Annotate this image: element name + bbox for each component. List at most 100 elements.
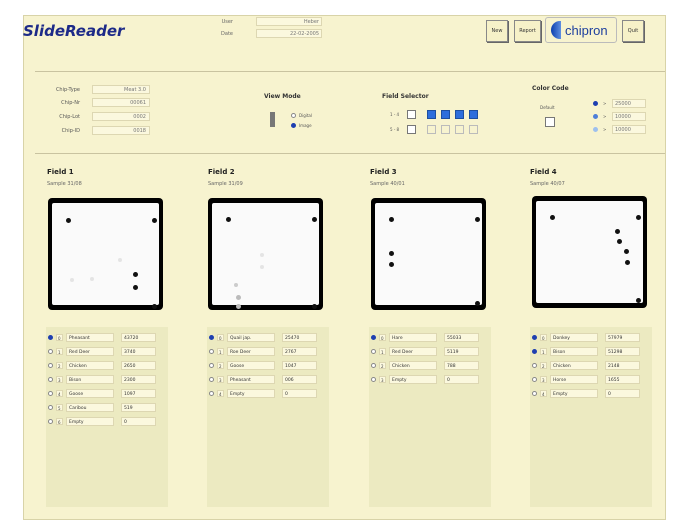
field-6-toggle[interactable] bbox=[441, 125, 450, 134]
species-name: Horse bbox=[550, 375, 598, 384]
field-1-row-5-radio[interactable] bbox=[48, 405, 53, 410]
field-1-row-4-radio[interactable] bbox=[48, 391, 53, 396]
signal-value: 0 bbox=[121, 417, 156, 426]
toggle-lever-icon bbox=[270, 112, 275, 127]
logo-text: chipron bbox=[565, 22, 608, 38]
species-name: Roe Deer bbox=[227, 347, 275, 356]
field-4-results-panel: 0 Donkey 57979 1 Bison 51298 2 Chicken 2148 3H… bbox=[530, 327, 652, 507]
field-1-row-3-radio[interactable] bbox=[48, 377, 53, 382]
field-3-row-0-radio[interactable] bbox=[371, 335, 376, 340]
row-num: 0 bbox=[217, 334, 224, 341]
field-1-row-0-radio[interactable] bbox=[48, 335, 53, 340]
field-4-row-3-radio[interactable] bbox=[532, 377, 537, 382]
view-mode-digital-radio[interactable] bbox=[291, 113, 296, 118]
field-2-row-2-radio[interactable] bbox=[209, 363, 214, 368]
field-range-5-8-checkbox[interactable] bbox=[407, 125, 416, 134]
color-level-3-field[interactable]: 10000 bbox=[612, 125, 646, 134]
row-num: 3 bbox=[379, 376, 386, 383]
signal-value: 43720 bbox=[121, 333, 156, 342]
species-name: Hare bbox=[389, 333, 437, 342]
field-2-toggle[interactable] bbox=[441, 110, 450, 119]
field-1-row-4[interactable]: 4 Goose 1097 bbox=[46, 389, 168, 398]
field-3-row-3-radio[interactable] bbox=[371, 377, 376, 382]
color-level-3-op: > bbox=[603, 127, 607, 132]
field-1-row-5[interactable]: 5 Caribou 519 bbox=[46, 403, 168, 412]
view-mode-image-radio[interactable] bbox=[291, 123, 296, 128]
field-2-row-0[interactable]: 0 Quail jap. 25470 bbox=[207, 333, 329, 342]
row-num: 0 bbox=[56, 334, 63, 341]
field-3-row-2-radio[interactable] bbox=[371, 363, 376, 368]
view-mode-image-label: Image bbox=[299, 123, 312, 128]
signal-value: 006 bbox=[282, 375, 317, 384]
field-2-row-2[interactable]: 2 Goose 1047 bbox=[207, 361, 329, 370]
color-level-1-op: > bbox=[603, 101, 607, 106]
signal-value: 1655 bbox=[605, 375, 640, 384]
chip-type-field[interactable]: Meat 3.0 bbox=[92, 85, 150, 94]
field-4-row-0-radio[interactable] bbox=[532, 335, 537, 340]
field-3-row-2[interactable]: 2 Chicken 788 bbox=[369, 361, 491, 370]
field-range-1-4-checkbox[interactable] bbox=[407, 110, 416, 119]
field-1-row-3[interactable]: 3 Bison 2300 bbox=[46, 375, 168, 384]
field-5-toggle[interactable] bbox=[427, 125, 436, 134]
chip-id-field[interactable]: 0018 bbox=[92, 126, 150, 135]
field-1-row-6-radio[interactable] bbox=[48, 419, 53, 424]
field-4-sample: Sample 40/07 bbox=[530, 181, 565, 187]
field-2-row-1-radio[interactable] bbox=[209, 349, 214, 354]
field-7-toggle[interactable] bbox=[455, 125, 464, 134]
field-3-toggle[interactable] bbox=[455, 110, 464, 119]
field-2-row-4[interactable]: 4 Empty 0 bbox=[207, 389, 329, 398]
row-num: 3 bbox=[540, 376, 547, 383]
new-button[interactable]: New bbox=[486, 20, 508, 42]
field-4-toggle[interactable] bbox=[469, 110, 478, 119]
species-name: Empty bbox=[227, 389, 275, 398]
field-2-row-1[interactable]: 1 Roe Deer 2767 bbox=[207, 347, 329, 356]
field-4-row-2[interactable]: 2 Chicken 2148 bbox=[530, 361, 652, 370]
row-num: 0 bbox=[379, 334, 386, 341]
signal-value: 0 bbox=[444, 375, 479, 384]
field-3-row-0[interactable]: 0 Hare 55033 bbox=[369, 333, 491, 342]
signal-value: 5119 bbox=[444, 347, 479, 356]
field-2-row-4-radio[interactable] bbox=[209, 391, 214, 396]
field-1-row-0[interactable]: 0 Pheasant 43720 bbox=[46, 333, 168, 342]
chip-id-label: Chip-ID bbox=[61, 128, 80, 134]
color-level-2-field[interactable]: 10000 bbox=[612, 112, 646, 121]
field-2-row-3[interactable]: 3 Pheasant 006 bbox=[207, 375, 329, 384]
chip-nr-field[interactable]: 00061 bbox=[92, 98, 150, 107]
field-1-results-panel: 0 Pheasant 43720 1 Red Deer 3740 2 Chicken 265… bbox=[46, 327, 168, 507]
field-8-toggle[interactable] bbox=[469, 125, 478, 134]
species-name: Chicken bbox=[66, 361, 114, 370]
field-1-toggle[interactable] bbox=[427, 110, 436, 119]
chip-type-label: Chip-Type bbox=[55, 87, 80, 93]
field-3-row-3[interactable]: 3 Empty 0 bbox=[369, 375, 491, 384]
field-4-row-4-radio[interactable] bbox=[532, 391, 537, 396]
field-4-row-0[interactable]: 0 Donkey 57979 bbox=[530, 333, 652, 342]
row-num: 4 bbox=[540, 390, 547, 397]
species-name: Donkey bbox=[550, 333, 598, 342]
row-num: 5 bbox=[56, 404, 63, 411]
field-4-row-4[interactable]: 4 Empty 0 bbox=[530, 389, 652, 398]
color-level-1-field[interactable]: 25000 bbox=[612, 99, 646, 108]
field-1-row-1-radio[interactable] bbox=[48, 349, 53, 354]
field-1-title: Field 1 bbox=[47, 168, 74, 176]
color-default-checkbox[interactable] bbox=[545, 117, 555, 127]
field-3-row-1-radio[interactable] bbox=[371, 349, 376, 354]
report-button[interactable]: Report bbox=[514, 20, 541, 42]
field-4-row-1[interactable]: 1 Bison 51298 bbox=[530, 347, 652, 356]
field-2-row-0-radio[interactable] bbox=[209, 335, 214, 340]
field-4-row-3[interactable]: 3 Horse 1655 bbox=[530, 375, 652, 384]
field-2-row-3-radio[interactable] bbox=[209, 377, 214, 382]
quit-button[interactable]: Quit bbox=[622, 20, 644, 42]
row-num: 1 bbox=[56, 348, 63, 355]
field-1-row-1[interactable]: 1 Red Deer 3740 bbox=[46, 347, 168, 356]
signal-value: 1097 bbox=[121, 389, 156, 398]
field-1-row-2-radio[interactable] bbox=[48, 363, 53, 368]
field-1-row-6[interactable]: 6 Empty 0 bbox=[46, 417, 168, 426]
field-4-row-2-radio[interactable] bbox=[532, 363, 537, 368]
field-3-row-1[interactable]: 1 Red Deer 5119 bbox=[369, 347, 491, 356]
chip-lot-field[interactable]: 0002 bbox=[92, 112, 150, 121]
field-4-row-1-radio[interactable] bbox=[532, 349, 537, 354]
date-field[interactable]: 22-02-2005 bbox=[256, 29, 322, 38]
field-1-row-2[interactable]: 2 Chicken 2650 bbox=[46, 361, 168, 370]
species-name: Goose bbox=[66, 389, 114, 398]
user-field[interactable]: Heber bbox=[256, 17, 322, 26]
